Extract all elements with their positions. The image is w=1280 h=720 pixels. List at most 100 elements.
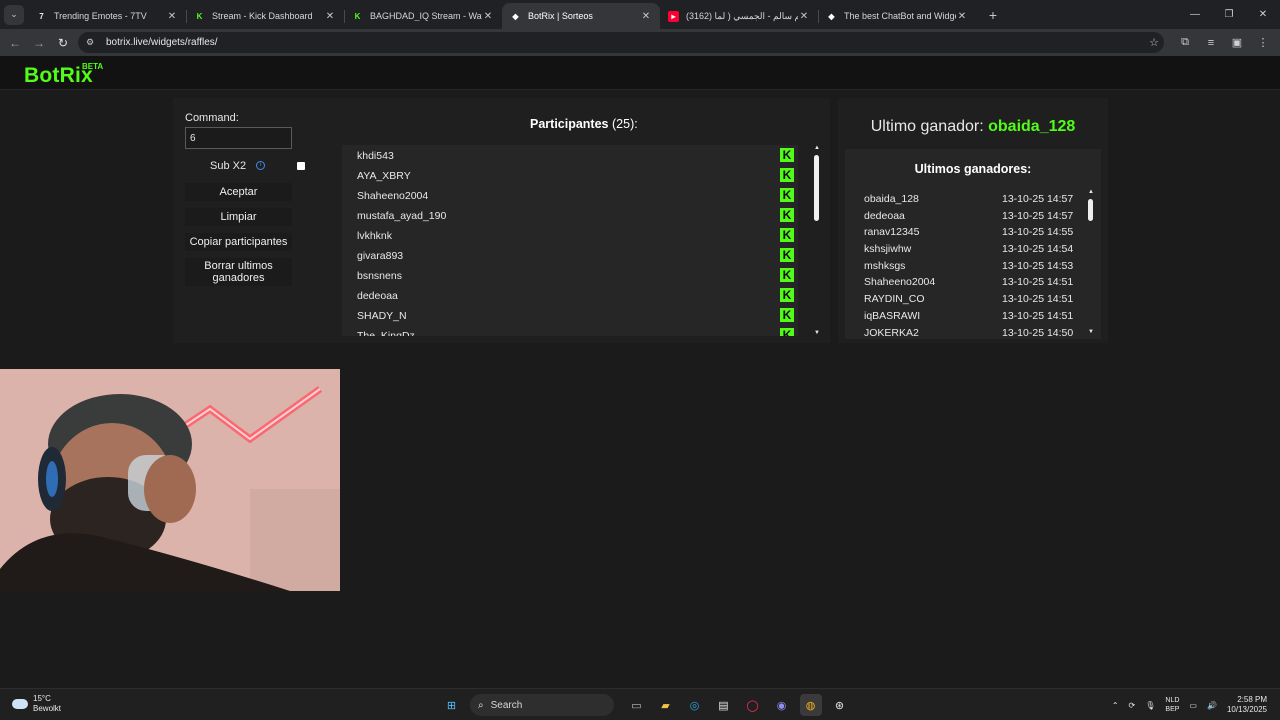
lang-top: NLD — [1165, 697, 1180, 704]
site-info-icon[interactable]: ⚙ — [86, 37, 100, 48]
media-controls-icon[interactable]: ≡ — [1198, 37, 1224, 49]
file-explorer-icon[interactable]: ▰ — [655, 694, 677, 716]
participant-row[interactable]: Shaheeno2004 K — [342, 185, 798, 205]
bookmark-star-icon[interactable]: ☆ — [1144, 36, 1164, 49]
winner-row[interactable]: Shaheeno2004 13-10-25 14:51 — [845, 274, 1101, 291]
close-icon[interactable]: ✕ — [324, 11, 336, 22]
winners-panel: Ultimo ganador: obaida_128 Ultimos ganad… — [838, 98, 1108, 343]
participant-row[interactable]: SHADY_N K — [342, 305, 798, 325]
scroll-up-icon[interactable]: ▲ — [813, 145, 821, 151]
opera-icon[interactable]: ◯ — [742, 694, 764, 716]
winner-row[interactable]: dedeoaa 13-10-25 14:57 — [845, 208, 1101, 225]
scroll-up-icon[interactable]: ▲ — [1087, 189, 1095, 195]
participant-row[interactable]: khdi543 K — [342, 145, 798, 165]
browser-tab[interactable]: ◆ BotRix | Sorteos ✕ — [502, 3, 660, 29]
clear-button[interactable]: Limpiar — [185, 208, 292, 226]
winner-date: 13-10-25 14:50 — [1002, 326, 1074, 339]
participants-heading: Participantes (25): — [530, 117, 638, 131]
address-bar[interactable]: ⚙ botrix.live/widgets/raffles/ ☆ — [78, 32, 1164, 53]
accept-button[interactable]: Aceptar — [185, 183, 292, 201]
task-view-icon[interactable]: ▭ — [626, 694, 648, 716]
network-icon[interactable]: ▭ — [1189, 701, 1197, 710]
browser-tab[interactable]: K Stream - Kick Dashboard ✕ — [186, 3, 344, 29]
winner-row[interactable]: mshksgs 13-10-25 14:53 — [845, 258, 1101, 275]
taskbar-clock[interactable]: 2:58 PM 10/13/2025 — [1227, 695, 1267, 715]
participant-row[interactable]: givara893 K — [342, 245, 798, 265]
start-windows-icon[interactable]: ⊞ — [441, 694, 463, 716]
sub-x2-checkbox[interactable] — [297, 162, 305, 170]
winner-row[interactable]: RAYDIN_CO 13-10-25 14:51 — [845, 291, 1101, 308]
reload-button[interactable]: ↻ — [51, 31, 75, 55]
edge-icon[interactable]: ◎ — [684, 694, 706, 716]
winner-date: 13-10-25 14:51 — [1002, 309, 1074, 322]
sync-icon[interactable]: ⟳ — [1129, 701, 1136, 710]
store-icon[interactable]: ▤ — [713, 694, 735, 716]
delete-winners-button[interactable]: Borrar ultimos ganadores — [185, 258, 292, 286]
chrome-icon[interactable]: ◍ — [799, 694, 822, 716]
toolbar-actions: ⧉ ≡ ▣ ⋮ — [1172, 29, 1276, 56]
info-icon[interactable]: i — [256, 161, 265, 170]
scroll-down-icon[interactable]: ▼ — [1087, 329, 1095, 335]
sevntv-icon: 7 — [39, 11, 44, 21]
tab-title: The best ChatBot and Widgets — [844, 11, 956, 21]
close-icon[interactable]: ✕ — [166, 11, 178, 22]
close-icon[interactable]: ✕ — [482, 11, 494, 22]
minimize-button[interactable]: — — [1178, 0, 1212, 29]
back-button[interactable]: ← — [3, 31, 27, 55]
clock-time: 2:58 PM — [1237, 695, 1267, 704]
participants-list[interactable]: khdi543 K AYA_XBRY K Shaheeno2004 Kmustafa_ay… — [342, 145, 798, 336]
participants-scrollbar[interactable]: ▲ ▼ — [813, 145, 821, 336]
scroll-thumb[interactable] — [1088, 199, 1093, 221]
winner-row[interactable]: JOKERKA2 13-10-25 14:50 — [845, 325, 1101, 339]
winner-row[interactable]: kshsjiwhw 13-10-25 14:54 — [845, 241, 1101, 258]
forward-button[interactable]: → — [27, 31, 51, 55]
kick-icon: K — [780, 248, 794, 262]
participant-row[interactable]: dedeoaa K — [342, 285, 798, 305]
participant-name: lvkhknk — [357, 230, 393, 242]
winner-row[interactable]: ranav12345 13-10-25 14:55 — [845, 224, 1101, 241]
browser-tab[interactable]: K BAGHDAD_IQ Stream - Watch L✕ — [344, 3, 502, 29]
browser-tab[interactable]: ▸ (3162) سليم سالم - الجمسي ( لما✕ — [660, 3, 818, 29]
menu-kebab-icon[interactable]: ⋮ — [1250, 36, 1276, 49]
restore-button[interactable]: ❐ — [1212, 0, 1246, 29]
winners-scrollbar[interactable]: ▲ ▼ — [1087, 189, 1095, 335]
participant-row[interactable]: The_KingDz K — [342, 325, 798, 336]
participant-row[interactable]: AYA_XBRY K — [342, 165, 798, 185]
copy-participants-button[interactable]: Copiar participantes — [185, 233, 292, 251]
participant-name: Shaheeno2004 — [357, 190, 429, 202]
winner-row[interactable]: iqBASRAWI 13-10-25 14:51 — [845, 308, 1101, 325]
close-icon[interactable]: ✕ — [640, 11, 652, 22]
window-close-button[interactable]: ✕ — [1246, 0, 1280, 29]
language-indicator[interactable]: NLD BEP — [1165, 696, 1179, 714]
close-icon[interactable]: ✕ — [798, 11, 810, 22]
scroll-down-icon[interactable]: ▼ — [813, 330, 821, 336]
tab-search-button[interactable]: ⌄ — [4, 4, 24, 25]
app-icon[interactable]: ⊛ — [829, 694, 851, 716]
participant-row[interactable]: bsnsnens K — [342, 265, 798, 285]
system-tray: ⌃ ⟳ 🎙 NLD BEP ▭ 🔊 2:58 PM 10/13/2025 — [1107, 692, 1272, 718]
microphone-icon[interactable]: 🎙 — [1145, 701, 1155, 710]
command-input[interactable] — [185, 127, 292, 149]
chevron-up-icon[interactable]: ⌃ — [1112, 701, 1119, 710]
new-tab-button[interactable]: + — [982, 4, 1004, 26]
recent-winners-list[interactable]: obaida_128 13-10-25 14:57 dedeoaa 13-10-25 … — [845, 191, 1101, 338]
close-icon[interactable]: ✕ — [956, 11, 968, 22]
extensions-icon[interactable]: ⧉ — [1172, 36, 1198, 49]
scroll-thumb[interactable] — [814, 155, 819, 221]
browser-tab[interactable]: 7 Trending Emotes - 7TV ✕ — [28, 3, 186, 29]
participant-row[interactable]: lvkhknk K — [342, 225, 798, 245]
taskbar-search[interactable]: ⌕ Search — [470, 694, 614, 716]
translate-icon[interactable]: ▣ — [1224, 36, 1250, 49]
weather-widget[interactable]: 15°C Bewolkt — [12, 694, 61, 714]
clock-date: 10/13/2025 — [1226, 705, 1267, 714]
winner-row[interactable]: obaida_128 13-10-25 14:57 — [845, 191, 1101, 208]
browser-tab[interactable]: ◆ The best ChatBot and Widgets ✕ — [818, 3, 976, 29]
discord-icon[interactable]: ◉ — [771, 694, 793, 716]
kick-icon: K — [780, 228, 794, 242]
site-header: BotRix BETA — [0, 56, 1280, 90]
kick-icon: K — [780, 148, 794, 162]
participant-row[interactable]: mustafa_ayad_190 K — [342, 205, 798, 225]
tab-title: Trending Emotes - 7TV — [54, 11, 147, 21]
taskbar-search-label: Search — [490, 699, 523, 711]
volume-icon[interactable]: 🔊 — [1207, 701, 1217, 710]
